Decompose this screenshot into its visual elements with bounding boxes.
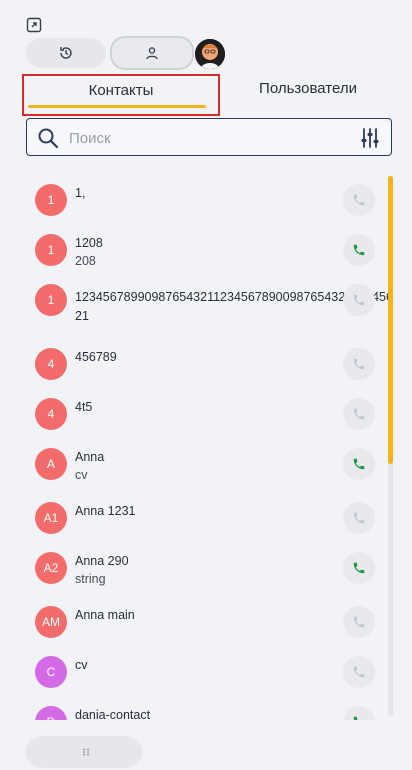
scrollbar-thumb[interactable]: [388, 176, 393, 464]
contact-row[interactable]: Ccv: [26, 638, 382, 688]
phone-icon: [353, 458, 365, 470]
profile-avatar[interactable]: [195, 39, 225, 69]
call-button[interactable]: [343, 398, 375, 430]
contact-avatar: C: [35, 656, 67, 688]
contact-avatar: 4: [35, 398, 67, 430]
search-box: [26, 118, 392, 156]
contact-row[interactable]: A Anna cv: [26, 430, 382, 482]
contact-row[interactable]: Ddania-contact: [26, 688, 382, 720]
tab-users-label: Пользователи: [259, 80, 357, 97]
history-icon: [60, 47, 72, 59]
contact-avatar: 1: [35, 284, 67, 316]
phone-icon: [353, 562, 365, 574]
scrollbar[interactable]: [388, 176, 393, 716]
contact-avatar: 1: [35, 234, 67, 266]
contact-subtitle: cv: [75, 468, 88, 482]
contact-name: cv: [75, 658, 88, 672]
phone-icon: [353, 616, 365, 628]
contact-name: 1208: [75, 236, 103, 250]
contact-name: dania-contact: [75, 708, 151, 720]
phone-icon: [353, 716, 358, 720]
contact-name: Anna: [75, 450, 105, 464]
contact-row[interactable]: 1 123456789909876543211234567890098765432…: [26, 266, 392, 323]
contact-name: 456789: [75, 350, 117, 364]
top-bar: [0, 0, 412, 72]
contact-name: Anna main: [75, 608, 135, 622]
contact-row[interactable]: AM Anna main: [26, 588, 382, 638]
contact-list: 1 1, 1 1208 208 1 1234567899098765432112345678…: [26, 166, 392, 720]
tab-bar: Контакты Пользователи: [22, 74, 394, 116]
phone-icon: [353, 408, 365, 420]
tab-contacts[interactable]: Контакты: [22, 74, 220, 116]
contact-avatar: 4: [35, 348, 67, 380]
phone-icon: [353, 358, 365, 370]
contact-name: 4t5: [75, 400, 93, 414]
contact-row[interactable]: A2 Anna 290 string: [26, 534, 382, 586]
contact-avatar: D: [35, 706, 67, 720]
call-button[interactable]: [343, 448, 375, 480]
contact-name: 1,: [75, 186, 86, 200]
call-button[interactable]: [343, 552, 375, 584]
call-button[interactable]: [343, 706, 375, 720]
phone-icon: [353, 294, 365, 306]
contact-row[interactable]: 4 456789: [26, 330, 382, 380]
contact-row[interactable]: 4 4t5: [26, 380, 382, 430]
call-button[interactable]: [343, 606, 375, 638]
contact-row[interactable]: 1 1,: [26, 166, 382, 216]
contact-name: Anna 290: [75, 554, 129, 568]
contact-row[interactable]: A1 Anna 1231: [26, 484, 382, 534]
tab-users[interactable]: Пользователи: [222, 74, 394, 114]
call-button[interactable]: [343, 656, 375, 688]
contact-name: 1234567899098765432112345678900987654321…: [75, 290, 392, 323]
user-icon: [146, 47, 158, 60]
contact-avatar: A1: [35, 502, 67, 534]
contacts-mode-button[interactable]: [110, 36, 194, 70]
phone-icon: [353, 666, 365, 678]
grip-icon: [83, 748, 89, 756]
profile-avatar-image: [195, 39, 225, 69]
phone-icon: [353, 194, 365, 206]
search-input[interactable]: [67, 125, 351, 151]
history-button[interactable]: [26, 38, 106, 68]
contact-avatar: A2: [35, 552, 67, 584]
contact-avatar: 1: [35, 184, 67, 216]
call-button[interactable]: [343, 284, 375, 316]
contact-row[interactable]: 1 1208 208: [26, 216, 382, 268]
contact-avatar: A: [35, 448, 67, 480]
call-button[interactable]: [343, 348, 375, 380]
tab-contacts-label: Контакты: [88, 82, 154, 99]
contact-avatar: AM: [35, 606, 67, 638]
contact-name: Anna 1231: [75, 504, 136, 518]
search-icon: [38, 128, 59, 149]
filter-icon[interactable]: [359, 127, 381, 149]
expand-icon[interactable]: [26, 17, 42, 33]
call-button[interactable]: [343, 184, 375, 216]
call-button[interactable]: [343, 502, 375, 534]
phone-icon: [353, 512, 365, 524]
active-tab-indicator: [28, 105, 206, 108]
call-button[interactable]: [343, 234, 375, 266]
contact-subtitle: string: [75, 572, 106, 586]
phone-icon: [353, 244, 365, 256]
drag-handle[interactable]: [26, 736, 142, 768]
